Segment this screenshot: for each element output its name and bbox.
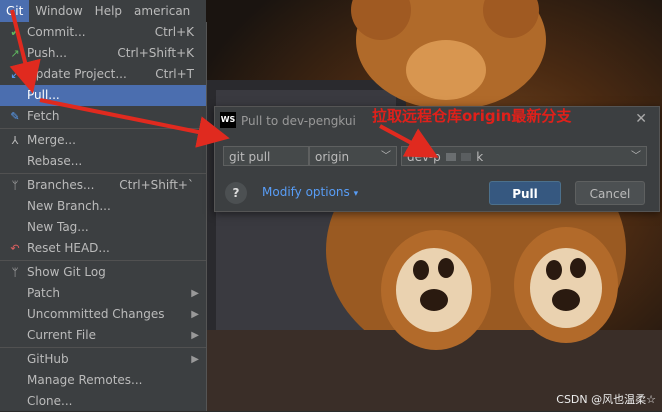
close-icon[interactable]: ✕ bbox=[635, 111, 647, 127]
fetch-icon: ✎ bbox=[10, 110, 20, 123]
menu-separator bbox=[0, 260, 206, 261]
branch-icon: ᛘ bbox=[11, 179, 19, 192]
menu-item-commit[interactable]: ✔ Commit... Ctrl+K bbox=[0, 22, 206, 43]
merge-icon: ⅄ bbox=[11, 134, 19, 147]
menu-item-uncommitted-changes[interactable]: Uncommitted Changes ▶ bbox=[0, 304, 206, 325]
submenu-arrow-icon: ▶ bbox=[191, 309, 199, 320]
chevron-down-icon: ﹀ bbox=[631, 151, 641, 162]
menu-item-github[interactable]: GitHub ▶ bbox=[0, 349, 206, 370]
update-arrow-icon: ↙ bbox=[10, 68, 20, 81]
menu-item-current-file[interactable]: Current File ▶ bbox=[0, 325, 206, 346]
submenu-arrow-icon: ▶ bbox=[191, 354, 199, 365]
modify-options-link[interactable]: Modify options ▾ bbox=[262, 185, 358, 199]
submenu-arrow-icon: ▶ bbox=[191, 330, 199, 341]
menu-item-label: Update Project... bbox=[27, 67, 127, 81]
menu-item-label: Patch bbox=[27, 286, 60, 300]
branch-select[interactable]: dev-p k ﹀ bbox=[401, 146, 647, 166]
menu-item-label: Show Git Log bbox=[27, 265, 106, 279]
cancel-button[interactable]: Cancel bbox=[575, 181, 645, 205]
chevron-down-icon: ▾ bbox=[353, 189, 359, 199]
git-command-field: git pull bbox=[223, 146, 309, 166]
git-menu-dropdown: ✔ Commit... Ctrl+K ↗ Push... Ctrl+Shift+… bbox=[0, 22, 207, 411]
push-arrow-icon: ↗ bbox=[10, 47, 20, 60]
menu-item-label: Clone... bbox=[27, 394, 73, 408]
menu-item-label: GitHub bbox=[27, 352, 69, 366]
menu-item-label: Branches... bbox=[27, 178, 95, 192]
menu-item-label: Pull... bbox=[27, 88, 60, 102]
check-icon: ✔ bbox=[10, 26, 20, 39]
menu-item-patch[interactable]: Patch ▶ bbox=[0, 283, 206, 304]
pull-button[interactable]: Pull bbox=[489, 181, 561, 205]
modify-options-label: Modify options bbox=[262, 185, 350, 199]
menu-item-label: Commit... bbox=[27, 25, 86, 39]
help-button[interactable]: ? bbox=[225, 182, 247, 204]
redacted-block bbox=[445, 153, 456, 161]
menu-item-label: Rebase... bbox=[27, 154, 83, 168]
menu-item-pull[interactable]: Pull... bbox=[0, 85, 206, 106]
menu-item-rebase[interactable]: Rebase... bbox=[0, 151, 206, 172]
menu-item-push[interactable]: ↗ Push... Ctrl+Shift+K bbox=[0, 43, 206, 64]
menu-item-label: Fetch bbox=[27, 109, 60, 123]
chevron-down-icon: ﹀ bbox=[381, 151, 391, 162]
menu-item-shortcut: Ctrl+Shift+K bbox=[117, 46, 194, 60]
menu-separator bbox=[0, 128, 206, 129]
menu-item-merge[interactable]: ⅄ Merge... bbox=[0, 130, 206, 151]
menu-item-show-git-log[interactable]: ᛘ Show Git Log bbox=[0, 262, 206, 283]
menu-item-label: Uncommitted Changes bbox=[27, 307, 165, 321]
menu-item-reset-head[interactable]: ↶ Reset HEAD... bbox=[0, 238, 206, 259]
menu-item-update-project[interactable]: ↙ Update Project... Ctrl+T bbox=[0, 64, 206, 85]
watermark: CSDN @风也温柔☆ bbox=[556, 393, 656, 406]
menu-item-manage-remotes[interactable]: Manage Remotes... bbox=[0, 370, 206, 391]
menu-item-shortcut: Ctrl+K bbox=[154, 25, 194, 39]
menu-item-shortcut: Ctrl+T bbox=[155, 67, 194, 81]
branch-value: dev-p bbox=[407, 150, 441, 164]
menu-item-label: New Tag... bbox=[27, 220, 89, 234]
git-command-text: git pull bbox=[229, 150, 271, 164]
menu-item-label: New Branch... bbox=[27, 199, 111, 213]
annotation-text: 拉取远程仓库origin最新分支 bbox=[372, 107, 572, 125]
menu-item-fetch[interactable]: ✎ Fetch bbox=[0, 106, 206, 127]
reset-icon: ↶ bbox=[10, 242, 20, 255]
menu-item-label: Reset HEAD... bbox=[27, 241, 110, 255]
menu-item-clone[interactable]: Clone... bbox=[0, 391, 206, 412]
submenu-arrow-icon: ▶ bbox=[191, 288, 199, 299]
branch-value-tail: k bbox=[476, 150, 484, 164]
redacted-block bbox=[461, 153, 472, 161]
menu-item-label: Merge... bbox=[27, 133, 76, 147]
menu-item-branches[interactable]: ᛘ Branches... Ctrl+Shift+` bbox=[0, 175, 206, 196]
dialog-title: Pull to dev-pengkui bbox=[241, 114, 356, 128]
menu-item-label: Push... bbox=[27, 46, 67, 60]
webstorm-logo: WS bbox=[220, 112, 236, 128]
menu-item-label: Current File bbox=[27, 328, 96, 342]
menu-help[interactable]: Help bbox=[89, 0, 128, 22]
menu-item-new-tag[interactable]: New Tag... bbox=[0, 217, 206, 238]
git-log-icon: ᛘ bbox=[11, 266, 19, 279]
project-name: american bbox=[134, 4, 191, 18]
menu-git[interactable]: Git bbox=[0, 0, 30, 22]
remote-value: origin bbox=[315, 150, 350, 164]
menu-bar: Git Window Help american bbox=[0, 0, 206, 22]
menu-separator bbox=[0, 173, 206, 174]
menu-separator bbox=[0, 347, 206, 348]
menu-item-label: Manage Remotes... bbox=[27, 373, 143, 387]
menu-item-shortcut: Ctrl+Shift+` bbox=[119, 178, 194, 192]
menu-item-new-branch[interactable]: New Branch... bbox=[0, 196, 206, 217]
remote-select[interactable]: origin ﹀ bbox=[309, 146, 397, 166]
menu-window[interactable]: Window bbox=[29, 0, 88, 22]
